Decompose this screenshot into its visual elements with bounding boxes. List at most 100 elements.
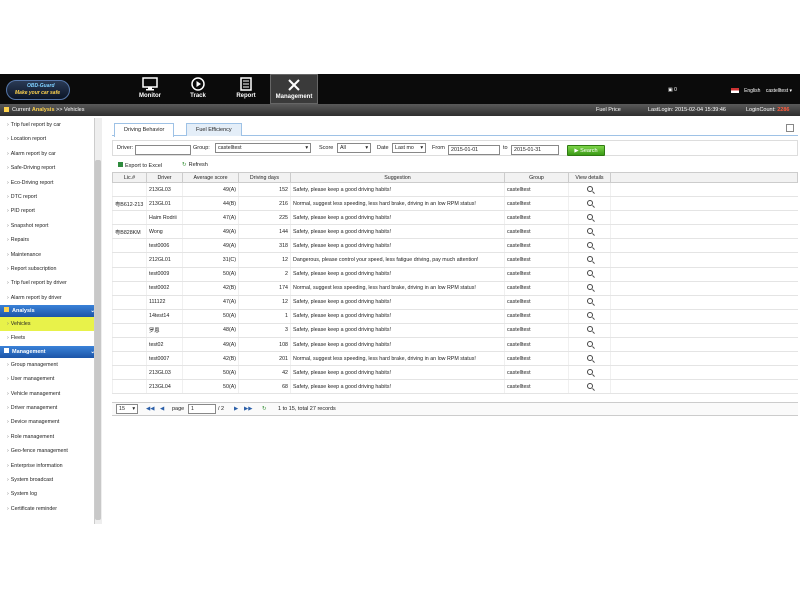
sidebar-item[interactable]: › Alarm report by driver bbox=[0, 291, 101, 305]
magnifier-icon[interactable] bbox=[586, 326, 593, 333]
refresh-icon[interactable]: ↻ bbox=[262, 406, 267, 412]
col-driver[interactable]: Driver bbox=[146, 172, 183, 183]
collapse-button[interactable] bbox=[786, 124, 794, 132]
magnifier-icon[interactable] bbox=[586, 185, 593, 192]
view-details-cell[interactable] bbox=[568, 281, 611, 296]
table-row[interactable]: 罗恩 48(A) 3 Safety, please keep a good drivi… bbox=[112, 323, 798, 339]
magnifier-icon[interactable] bbox=[586, 241, 593, 248]
magnifier-icon[interactable] bbox=[586, 368, 593, 375]
sidebar-item[interactable]: › Alarm report by car bbox=[0, 147, 101, 161]
to-date-input[interactable]: 2015-01-31 bbox=[511, 145, 559, 155]
sidebar-item[interactable]: › Trip fuel report by car bbox=[0, 118, 101, 132]
sidebar-item-fleets[interactable]: › Fleets bbox=[0, 331, 101, 345]
table-row[interactable]: test0007 42(B) 201 Normal, suggest less spe… bbox=[112, 351, 798, 367]
col-average-score[interactable]: Average score bbox=[182, 172, 239, 183]
sidebar-item[interactable]: › Group management bbox=[0, 358, 101, 372]
col-driving-days[interactable]: Driving days bbox=[238, 172, 291, 183]
view-details-cell[interactable] bbox=[568, 182, 611, 198]
magnifier-icon[interactable] bbox=[586, 312, 593, 319]
col-view-details[interactable]: View details bbox=[568, 172, 611, 183]
table-row[interactable]: test02 49(A) 108 Safety, please keep a good… bbox=[112, 337, 798, 353]
sidebar-section-management[interactable]: Management ⌄ bbox=[0, 345, 101, 358]
language-selector[interactable]: English bbox=[744, 88, 760, 94]
sidebar-item[interactable]: › Snapshot report bbox=[0, 219, 101, 233]
view-details-cell[interactable] bbox=[568, 210, 611, 226]
sidebar-item[interactable]: › Driver management bbox=[0, 401, 101, 415]
table-row[interactable]: test0002 42(B) 174 Normal, suggest less spe… bbox=[112, 281, 798, 296]
magnifier-icon[interactable] bbox=[586, 213, 593, 220]
table-row[interactable]: 14test14 50(A) 1 Safety, please keep a good… bbox=[112, 309, 798, 324]
breadcrumb-section[interactable]: Analysis bbox=[32, 107, 55, 113]
from-date-input[interactable]: 2015-01-01 bbox=[448, 145, 500, 155]
view-details-cell[interactable] bbox=[568, 252, 611, 268]
col-group[interactable]: Group bbox=[504, 172, 569, 183]
sidebar-item[interactable]: › Enterprise information bbox=[0, 459, 101, 473]
tab-driving-behavior[interactable]: Driving Behavior bbox=[114, 123, 175, 137]
sidebar-item[interactable]: › Certificate reminder bbox=[0, 502, 101, 516]
sidebar-item[interactable]: › Eco-Driving report bbox=[0, 176, 101, 190]
table-row[interactable]: Haim Rodrii 47(A) 225 Safety, please keep a… bbox=[112, 210, 798, 226]
table-row[interactable]: 粤B612-213 213GL01 44(B) 216 Normal, suggest … bbox=[112, 196, 798, 212]
sidebar-item[interactable]: › Safe-Driving report bbox=[0, 161, 101, 175]
sidebar-item[interactable]: › Geo-fence management bbox=[0, 444, 101, 458]
next-page-icon[interactable]: ▶ bbox=[234, 406, 238, 412]
view-details-cell[interactable] bbox=[568, 351, 611, 367]
magnifier-icon[interactable] bbox=[586, 227, 593, 234]
table-row[interactable]: test0009 50(A) 2 Safety, please keep a good… bbox=[112, 267, 798, 282]
magnifier-icon[interactable] bbox=[586, 199, 593, 206]
fuel-price-link[interactable]: Fuel Price bbox=[596, 107, 621, 113]
table-row[interactable]: 213GL04 50(A) 68 Safety, please keep a good… bbox=[112, 379, 798, 395]
sidebar-item[interactable]: › Role management bbox=[0, 430, 101, 444]
view-details-cell[interactable] bbox=[568, 224, 611, 240]
tab-fuel-efficiency[interactable]: Fuel Efficiency bbox=[186, 123, 242, 136]
nav-report[interactable]: Report bbox=[224, 74, 268, 104]
col-suggestion[interactable]: Suggestion bbox=[290, 172, 505, 183]
sidebar-item[interactable]: › Location report bbox=[0, 132, 101, 146]
nav-management[interactable]: Management bbox=[270, 74, 318, 104]
page-size-select[interactable]: 15 ▾ bbox=[116, 404, 138, 414]
col-lic[interactable]: Lic.# bbox=[112, 172, 147, 183]
sidebar-item-vehicles[interactable]: › Vehicles bbox=[0, 317, 101, 332]
driver-input[interactable] bbox=[135, 145, 191, 155]
last-page-icon[interactable]: ▶▶ bbox=[244, 406, 252, 412]
magnifier-icon[interactable] bbox=[586, 382, 593, 389]
view-details-cell[interactable] bbox=[568, 365, 611, 381]
table-row[interactable]: test0006 49(A) 318 Safety, please keep a go… bbox=[112, 238, 798, 254]
magnifier-icon[interactable] bbox=[586, 340, 593, 347]
sidebar-scroll-thumb[interactable] bbox=[95, 160, 101, 520]
app-logo[interactable]: OBD-Guard Make your car safe bbox=[6, 80, 70, 100]
view-details-cell[interactable] bbox=[568, 309, 611, 324]
sidebar-item[interactable]: › PID report bbox=[0, 204, 101, 218]
sidebar-section-analysis[interactable]: Analysis ⌄ bbox=[0, 305, 101, 318]
refresh-button[interactable]: ↻ Refresh bbox=[182, 162, 208, 168]
view-details-cell[interactable] bbox=[568, 196, 611, 212]
magnifier-icon[interactable] bbox=[586, 256, 593, 263]
camera-indicator[interactable]: ▣ 0 bbox=[668, 87, 677, 93]
magnifier-icon[interactable] bbox=[586, 354, 593, 361]
sidebar-item[interactable]: › System broadcast bbox=[0, 473, 101, 487]
table-row[interactable]: 212GL01 31(C) 12 Dangerous, please control … bbox=[112, 252, 798, 268]
first-page-icon[interactable]: ◀◀ bbox=[146, 406, 154, 412]
sidebar-item[interactable]: › DTC report bbox=[0, 190, 101, 204]
sidebar-item[interactable]: › Vehicle management bbox=[0, 387, 101, 401]
sidebar-item[interactable]: › Trip fuel report by driver bbox=[0, 276, 101, 290]
magnifier-icon[interactable] bbox=[586, 270, 593, 277]
nav-track[interactable]: Track bbox=[176, 74, 220, 104]
view-details-cell[interactable] bbox=[568, 323, 611, 339]
table-row[interactable]: 213GL03 50(A) 42 Safety, please keep a good… bbox=[112, 365, 798, 381]
group-select[interactable]: castelltest ▾ bbox=[215, 143, 311, 153]
search-button[interactable]: ▶ Search bbox=[567, 145, 605, 156]
view-details-cell[interactable] bbox=[568, 238, 611, 254]
page-input[interactable]: 1 bbox=[188, 404, 216, 414]
sidebar-item[interactable]: › User management bbox=[0, 372, 101, 386]
prev-page-icon[interactable]: ◀ bbox=[160, 406, 164, 412]
table-row[interactable]: 粤B828KM Wong 49(A) 144 Safety, please keep a… bbox=[112, 224, 798, 240]
date-select[interactable]: Last mo ▾ bbox=[392, 143, 426, 153]
sidebar-item[interactable]: › Device management bbox=[0, 415, 101, 429]
sidebar-item[interactable]: › System log bbox=[0, 487, 101, 501]
table-row[interactable]: 213GL03 49(A) 152 Safety, please keep a goo… bbox=[112, 182, 798, 198]
view-details-cell[interactable] bbox=[568, 337, 611, 353]
sidebar-item[interactable]: › Report subscription bbox=[0, 262, 101, 276]
sidebar-item[interactable]: › Repairs bbox=[0, 233, 101, 247]
view-details-cell[interactable] bbox=[568, 295, 611, 310]
